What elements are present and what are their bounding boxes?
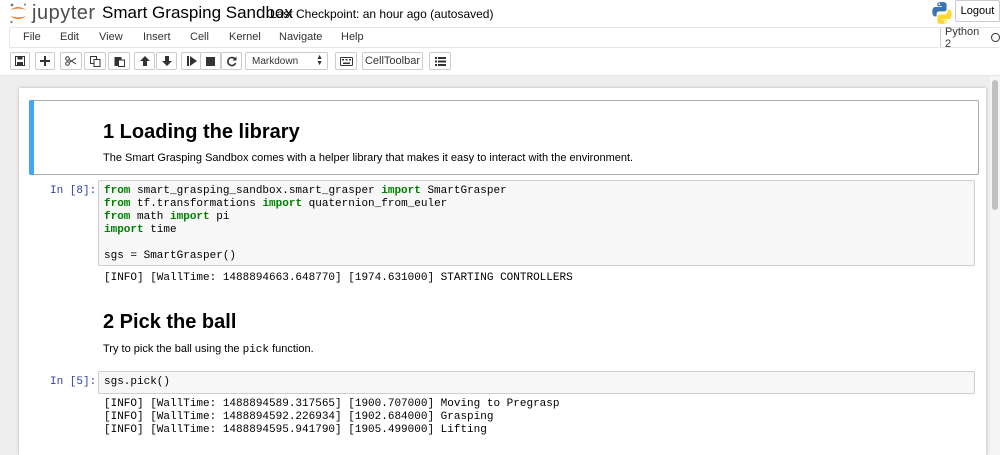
output-line: [INFO] [WallTime: 1488894663.648770] [19… bbox=[104, 272, 573, 284]
scissors-icon bbox=[65, 56, 77, 66]
output-line: [INFO] [WallTime: 1488894595.941790] [19… bbox=[104, 424, 487, 436]
cut-cell-button[interactable] bbox=[60, 52, 82, 70]
code-line: sgs.pick() bbox=[104, 376, 171, 388]
menu-kernel[interactable]: Kernel bbox=[229, 31, 261, 43]
select-arrows-icon: ▲ ▼ bbox=[316, 54, 323, 67]
kernel-indicator: Python 2 bbox=[940, 25, 1000, 50]
output-line: [INFO] [WallTime: 1488894592.226934] [19… bbox=[104, 411, 494, 423]
move-down-button[interactable] bbox=[156, 52, 177, 70]
jupyter-logo-text: jupyter bbox=[32, 1, 96, 24]
list-icon bbox=[434, 56, 446, 66]
celltoolbar-button[interactable]: CellToolbar bbox=[362, 52, 423, 70]
kernel-idle-icon bbox=[991, 33, 1000, 42]
python-logo-icon bbox=[930, 1, 954, 25]
input-prompt: In [5]: bbox=[50, 376, 97, 388]
scrollbar-thumb[interactable] bbox=[992, 80, 998, 210]
save-icon bbox=[15, 56, 25, 66]
save-button[interactable] bbox=[10, 52, 30, 70]
restart-kernel-button[interactable] bbox=[221, 52, 242, 70]
restart-icon bbox=[227, 56, 237, 66]
plus-icon bbox=[40, 56, 50, 66]
menubar: File Edit View Insert Cell Kernel Naviga… bbox=[0, 25, 1000, 50]
cell-type-select[interactable]: Markdown ▲ ▼ bbox=[245, 52, 328, 70]
input-prompt: In [8]: bbox=[50, 185, 97, 197]
jupyter-logo[interactable]: jupyter bbox=[8, 2, 96, 24]
code-line: sgs = SmartGrasper() bbox=[104, 250, 237, 262]
menu-insert[interactable]: Insert bbox=[143, 31, 171, 43]
insert-cell-button[interactable] bbox=[35, 52, 55, 70]
code-line: import time bbox=[104, 224, 177, 236]
logout-button[interactable]: Logout bbox=[955, 0, 1000, 22]
output-line: [INFO] [WallTime: 1488894589.317565] [19… bbox=[104, 398, 560, 410]
move-up-button[interactable] bbox=[134, 52, 155, 70]
step-forward-icon bbox=[186, 56, 197, 66]
keyboard-icon bbox=[339, 56, 353, 66]
copy-cell-button[interactable] bbox=[84, 52, 106, 70]
markdown-paragraph: The Smart Grasping Sandbox comes with a … bbox=[103, 152, 634, 164]
arrow-down-icon bbox=[161, 56, 172, 66]
code-line: from math import pi bbox=[104, 211, 230, 223]
toc-list-button[interactable] bbox=[429, 52, 451, 70]
menu-navigate[interactable]: Navigate bbox=[279, 31, 322, 43]
stop-icon bbox=[206, 56, 215, 66]
header: jupyter Smart Grasping Sandbox Last Chec… bbox=[0, 0, 1000, 27]
copy-icon bbox=[89, 55, 100, 67]
run-cell-button[interactable] bbox=[181, 52, 202, 70]
kernel-name: Python 2 bbox=[945, 25, 980, 50]
cell-type-value: Markdown bbox=[252, 55, 299, 67]
menu-help[interactable]: Help bbox=[341, 31, 364, 43]
paste-icon bbox=[114, 56, 125, 67]
menu-cell[interactable]: Cell bbox=[190, 31, 209, 43]
interrupt-kernel-button[interactable] bbox=[200, 52, 221, 70]
menu-file[interactable]: File bbox=[23, 31, 41, 43]
menu-view[interactable]: View bbox=[99, 31, 123, 43]
inline-code: pick bbox=[242, 344, 270, 356]
code-input-area[interactable] bbox=[98, 371, 975, 394]
jupyter-logo-icon bbox=[10, 3, 26, 24]
markdown-paragraph: Try to pick the ball using the pick func… bbox=[103, 343, 314, 356]
arrow-up-icon bbox=[139, 56, 150, 66]
code-line: from smart_grasping_sandbox.smart_graspe… bbox=[104, 185, 507, 197]
menu-edit[interactable]: Edit bbox=[60, 31, 79, 43]
toolbar: Markdown ▲ ▼ CellToolbar bbox=[0, 48, 1000, 76]
command-palette-button[interactable] bbox=[335, 52, 357, 70]
menubar-container: File Edit View Insert Cell Kernel Naviga… bbox=[9, 25, 1000, 50]
paste-cell-button[interactable] bbox=[108, 52, 130, 70]
selected-cell-indicator bbox=[29, 100, 34, 175]
checkpoint-status: Last Checkpoint: an hour ago (autosaved) bbox=[270, 7, 494, 21]
heading-pick-ball: 2 Pick the ball bbox=[103, 311, 237, 333]
code-line: from tf.transformations import quaternio… bbox=[104, 198, 448, 210]
heading-loading-library: 1 Loading the library bbox=[103, 121, 300, 143]
notebook-title[interactable]: Smart Grasping Sandbox bbox=[102, 3, 293, 23]
scrollbar[interactable] bbox=[990, 76, 1000, 455]
